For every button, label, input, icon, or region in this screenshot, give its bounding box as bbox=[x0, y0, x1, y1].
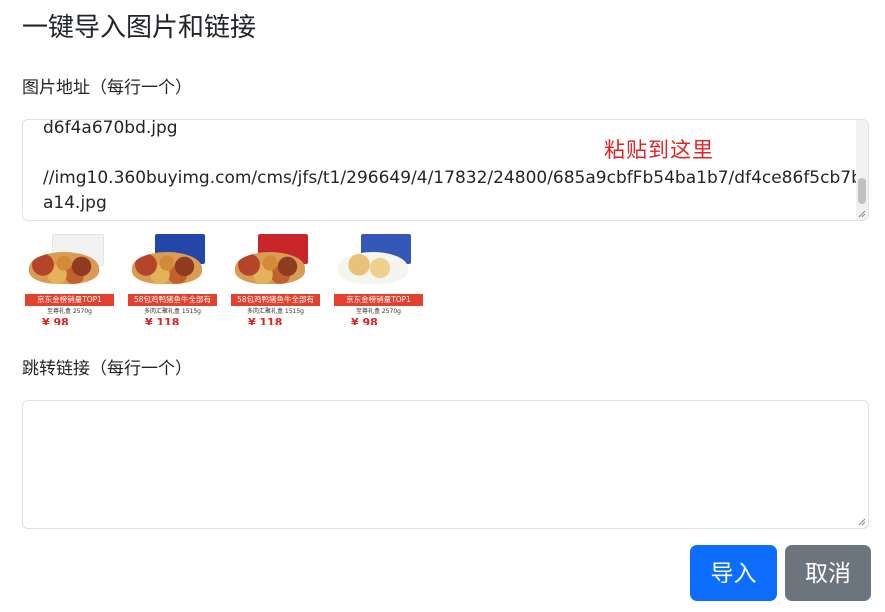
image-urls-text: d6f4a670bd.jpg //img10.360buyimg.com/cms… bbox=[43, 119, 862, 213]
thumbnail-subtitle: 多肉汇聚礼盒 1515g bbox=[144, 308, 201, 315]
image-urls-label: 图片地址（每行一个） bbox=[22, 78, 192, 98]
thumbnail-strip: 京东金榜销量TOP1 至尊礼盒 2570g ¥ 98 58包鸡鸭猪鱼牛全部有 多… bbox=[24, 230, 424, 325]
cancel-button[interactable]: 取消 bbox=[785, 545, 871, 601]
paste-here-hint: 粘贴到这里 bbox=[604, 138, 714, 162]
resize-grip-icon[interactable] bbox=[857, 517, 866, 526]
jump-links-textarea[interactable] bbox=[22, 400, 869, 529]
resize-grip-icon[interactable] bbox=[857, 209, 866, 218]
thumbnail-banner: 58包鸡鸭猪鱼牛全部有 bbox=[231, 294, 320, 306]
thumbnail-price: ¥ 118 bbox=[248, 316, 283, 325]
jump-links-label: 跳转链接（每行一个） bbox=[22, 359, 192, 379]
thumbnail-image: 58包鸡鸭猪鱼牛全部有 多肉汇聚礼盒 1515g ¥ 118 bbox=[127, 230, 218, 325]
thumbnail-banner: 京东金榜销量TOP1 bbox=[25, 294, 114, 306]
thumbnail-banner: 京东金榜销量TOP1 bbox=[334, 294, 423, 306]
thumbnail-subtitle: 至尊礼盒 2570g bbox=[47, 308, 92, 315]
thumbnail-image: 58包鸡鸭猪鱼牛全部有 多肉汇聚礼盒 1515g ¥ 118 bbox=[230, 230, 321, 325]
import-dialog: 一键导入图片和链接 图片地址（每行一个） d6f4a670bd.jpg //im… bbox=[0, 0, 885, 612]
thumbnail-price: ¥ 118 bbox=[145, 316, 180, 325]
page-title: 一键导入图片和链接 bbox=[22, 13, 257, 43]
thumbnail-subtitle: 至尊礼盒 2570g bbox=[356, 308, 401, 315]
thumbnail-image: 京东金榜销量TOP1 至尊礼盒 2570g ¥ 98 bbox=[333, 230, 424, 325]
thumbnail-banner: 58包鸡鸭猪鱼牛全部有 bbox=[128, 294, 217, 306]
import-button[interactable]: 导入 bbox=[690, 545, 777, 601]
thumbnail-image: 京东金榜销量TOP1 至尊礼盒 2570g ¥ 98 bbox=[24, 230, 115, 325]
textarea-scrollbar[interactable] bbox=[856, 120, 868, 220]
scrollbar-thumb[interactable] bbox=[858, 178, 866, 204]
image-urls-textarea[interactable]: d6f4a670bd.jpg //img10.360buyimg.com/cms… bbox=[22, 119, 869, 221]
thumbnail-price: ¥ 98 bbox=[351, 316, 378, 325]
thumbnail-subtitle: 多肉汇聚礼盒 1515g bbox=[247, 308, 304, 315]
thumbnail-price: ¥ 98 bbox=[42, 316, 69, 325]
